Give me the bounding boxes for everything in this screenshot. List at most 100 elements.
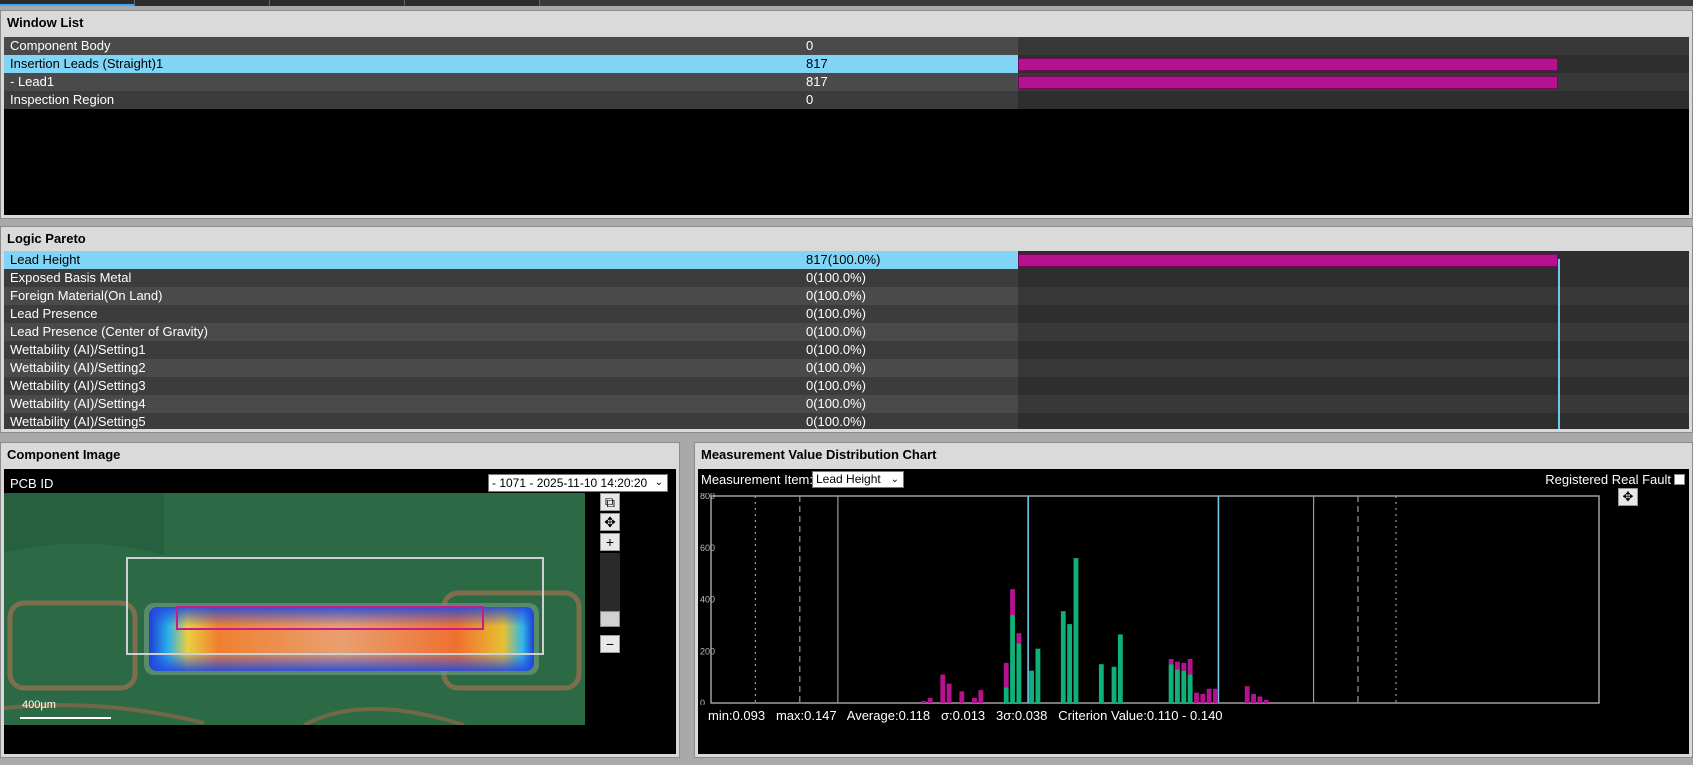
window-list-row-name: Component Body [10, 38, 111, 53]
histogram-bar [1010, 615, 1015, 703]
distribution-histogram[interactable]: 02004006008000.0600.0700.0800.0900.1000.… [698, 493, 1688, 705]
logic-pareto-row-count: 0(100.0%) [806, 270, 866, 285]
logic-pareto-row-bar-cell [1018, 305, 1689, 323]
logic-pareto-row-name: Lead Presence [10, 306, 98, 321]
copy-icon[interactable]: ⧉ [600, 493, 620, 511]
registered-real-fault-checkbox[interactable] [1674, 474, 1685, 485]
logic-pareto-row-count: 0(100.0%) [806, 342, 866, 357]
image-toolbar: ⧉ ✥ + − [600, 493, 620, 655]
window-list-row-bar [1018, 58, 1558, 71]
logic-pareto-title: Logic Pareto [1, 227, 1692, 251]
histogram-bar [1181, 670, 1187, 703]
window-list-title: Window List [1, 11, 1692, 35]
logic-pareto-row-bar-cell [1018, 251, 1689, 269]
logic-pareto-row-name: Lead Presence (Center of Gravity) [10, 324, 208, 339]
window-list-row-count: 0 [806, 92, 814, 107]
zoom-in-button[interactable]: + [600, 533, 620, 551]
histogram-bar [972, 697, 977, 703]
window-list-row[interactable]: - Lead1 817 [4, 73, 1689, 91]
logic-pareto-row[interactable]: Foreign Material(On Land) 0(100.0%) [4, 287, 1689, 305]
pcb-id-select[interactable]: - 1071 - 2025-11-10 14:20:20 ⌄ [488, 474, 668, 492]
logic-pareto-row-name: Wettability (AI)/Setting3 [10, 378, 146, 393]
histogram-bar [1003, 687, 1009, 703]
distribution-chart-title: Measurement Value Distribution Chart [695, 443, 1692, 467]
histogram-bar [1117, 634, 1123, 703]
logic-pareto-row[interactable]: Wettability (AI)/Setting4 0(100.0%) [4, 395, 1689, 413]
component-image-panel: Component Image PCB ID - 1071 - 2025-11-… [0, 442, 680, 758]
plot-frame [710, 495, 1600, 704]
logic-pareto-panel: Logic Pareto Lead Height 817(100.0%) Expos… [0, 226, 1693, 433]
logic-pareto-row[interactable]: Lead Height 817(100.0%) [4, 251, 1689, 269]
logic-pareto-row-bar-cell [1018, 413, 1689, 429]
window-list-row-name: Inspection Region [10, 92, 115, 107]
histogram-bar [1200, 693, 1206, 703]
stat-criterion: Criterion Value:0.110 - 0.140 [1058, 708, 1223, 723]
histogram-bar [1073, 558, 1079, 703]
stat-min: min:0.093 [708, 708, 766, 723]
histogram-bar [1194, 692, 1199, 703]
logic-pareto-row-count: 0(100.0%) [806, 378, 866, 393]
top-tab-strip [0, 0, 1693, 6]
logic-pareto-row-bar-cell [1018, 395, 1689, 413]
y-tick-label: 200 [700, 646, 715, 656]
histogram-bar [1016, 643, 1022, 703]
logic-pareto-row-count: 0(100.0%) [806, 360, 866, 375]
zoom-slider-thumb[interactable] [600, 611, 620, 627]
window-list-row[interactable]: Component Body 0 [4, 37, 1689, 55]
logic-pareto-row[interactable]: Wettability (AI)/Setting3 0(100.0%) [4, 377, 1689, 395]
logic-pareto-row-count: 0(100.0%) [806, 306, 866, 321]
logic-pareto-row[interactable]: Wettability (AI)/Setting1 0(100.0%) [4, 341, 1689, 359]
logic-pareto-row-name: Foreign Material(On Land) [10, 288, 163, 303]
registered-real-fault-label: Registered Real Fault [1545, 472, 1671, 487]
histogram-bar [1175, 669, 1180, 703]
histogram-bar [1098, 664, 1104, 703]
component-image-title: Component Image [1, 443, 679, 467]
histogram-bar [1016, 633, 1022, 644]
measurement-item-select[interactable]: Lead Height ⌄ [812, 471, 904, 488]
window-list-row-bar [1018, 76, 1558, 89]
stat-max: max:0.147 [775, 708, 837, 723]
histogram-bar [1003, 662, 1009, 688]
top-tab-2[interactable] [135, 0, 270, 6]
histogram-bar [940, 674, 946, 703]
logic-pareto-row-name: Exposed Basis Metal [10, 270, 132, 285]
logic-pareto-row-count: 817(100.0%) [806, 252, 881, 267]
logic-pareto-row[interactable]: Wettability (AI)/Setting2 0(100.0%) [4, 359, 1689, 377]
zoom-out-button[interactable]: − [600, 635, 620, 653]
stat-sigma: σ:0.013 [940, 708, 986, 723]
logic-pareto-row-name: Wettability (AI)/Setting1 [10, 342, 146, 357]
logic-pareto-row[interactable]: Wettability (AI)/Setting5 0(100.0%) [4, 413, 1689, 429]
chevron-down-icon: ⌄ [890, 474, 899, 485]
window-list-row-bar-cell [1018, 73, 1689, 91]
top-tab-1[interactable] [0, 0, 135, 6]
top-tab-3[interactable] [270, 0, 405, 6]
component-image-view[interactable]: 400µm [4, 493, 585, 725]
window-list-row-bar-cell [1018, 37, 1689, 55]
window-list-table: Component Body 0 Insertion Leads (Straight… [4, 37, 1689, 215]
histogram-bar [1257, 696, 1263, 703]
top-tab-4[interactable] [405, 0, 540, 6]
logic-pareto-row[interactable]: Lead Presence 0(100.0%) [4, 305, 1689, 323]
histogram-bar [1213, 688, 1218, 703]
histogram-bar [927, 697, 933, 703]
histogram-bar [1168, 664, 1174, 703]
y-tick-label: 600 [700, 543, 715, 553]
move-icon[interactable]: ✥ [600, 513, 620, 531]
logic-pareto-row-name: Wettability (AI)/Setting2 [10, 360, 146, 375]
window-list-row-name: Insertion Leads (Straight)1 [10, 56, 164, 71]
zoom-slider[interactable] [600, 553, 620, 627]
logic-pareto-row[interactable]: Lead Presence (Center of Gravity) 0(100.0… [4, 323, 1689, 341]
measurement-item-label: Measurement Item: [701, 472, 813, 487]
logic-pareto-row-bar-cell [1018, 269, 1689, 287]
chevron-down-icon: ⌄ [654, 477, 663, 488]
window-list-row-name: - Lead1 [10, 74, 55, 89]
window-list-row[interactable]: Inspection Region 0 [4, 91, 1689, 109]
histogram-bar [1206, 688, 1212, 703]
histogram-bar [1060, 611, 1066, 703]
component-image-render [4, 493, 585, 725]
pcb-id-label: PCB ID [10, 476, 54, 491]
pcb-id-select-value: - 1071 - 2025-11-10 14:20:20 [492, 476, 648, 490]
logic-pareto-table: Lead Height 817(100.0%) Exposed Basis Meta… [4, 251, 1689, 429]
window-list-row[interactable]: Insertion Leads (Straight)1 817 [4, 55, 1689, 73]
logic-pareto-row[interactable]: Exposed Basis Metal 0(100.0%) [4, 269, 1689, 287]
